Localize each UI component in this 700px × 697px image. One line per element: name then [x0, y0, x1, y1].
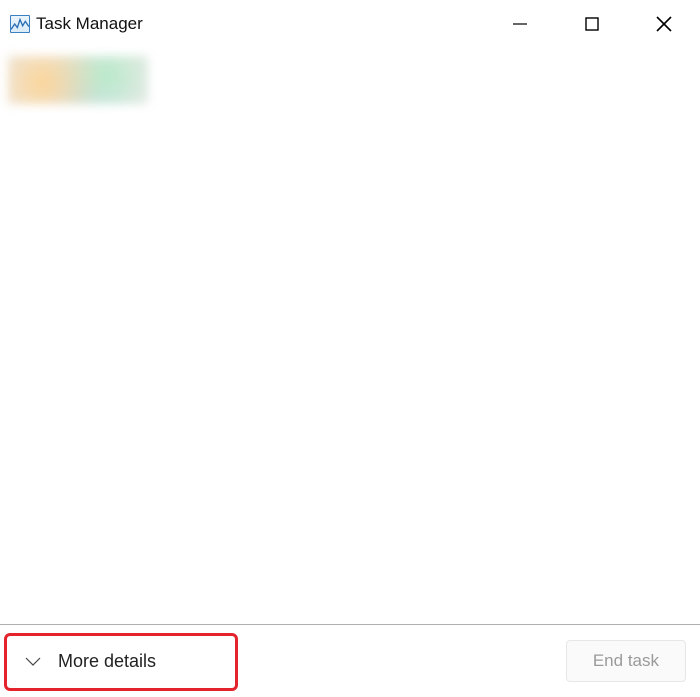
close-icon: [655, 15, 673, 33]
process-item-blurred: [8, 56, 148, 104]
footer: More details End task: [0, 625, 700, 697]
maximize-icon: [584, 16, 600, 32]
more-details-button[interactable]: More details: [14, 641, 180, 682]
app-title: Task Manager: [36, 14, 143, 34]
task-manager-window: Task Manager: [0, 0, 700, 697]
more-details-label: More details: [58, 651, 156, 672]
process-list-area[interactable]: [0, 48, 700, 624]
window-controls: [484, 0, 700, 48]
task-manager-icon: [10, 15, 30, 33]
close-button[interactable]: [628, 0, 700, 48]
minimize-icon: [512, 16, 528, 32]
end-task-button[interactable]: End task: [566, 640, 686, 682]
titlebar: Task Manager: [0, 0, 700, 48]
titlebar-left: Task Manager: [0, 14, 143, 34]
end-task-label: End task: [593, 651, 659, 670]
minimize-button[interactable]: [484, 0, 556, 48]
maximize-button[interactable]: [556, 0, 628, 48]
chevron-down-icon: [24, 655, 42, 667]
